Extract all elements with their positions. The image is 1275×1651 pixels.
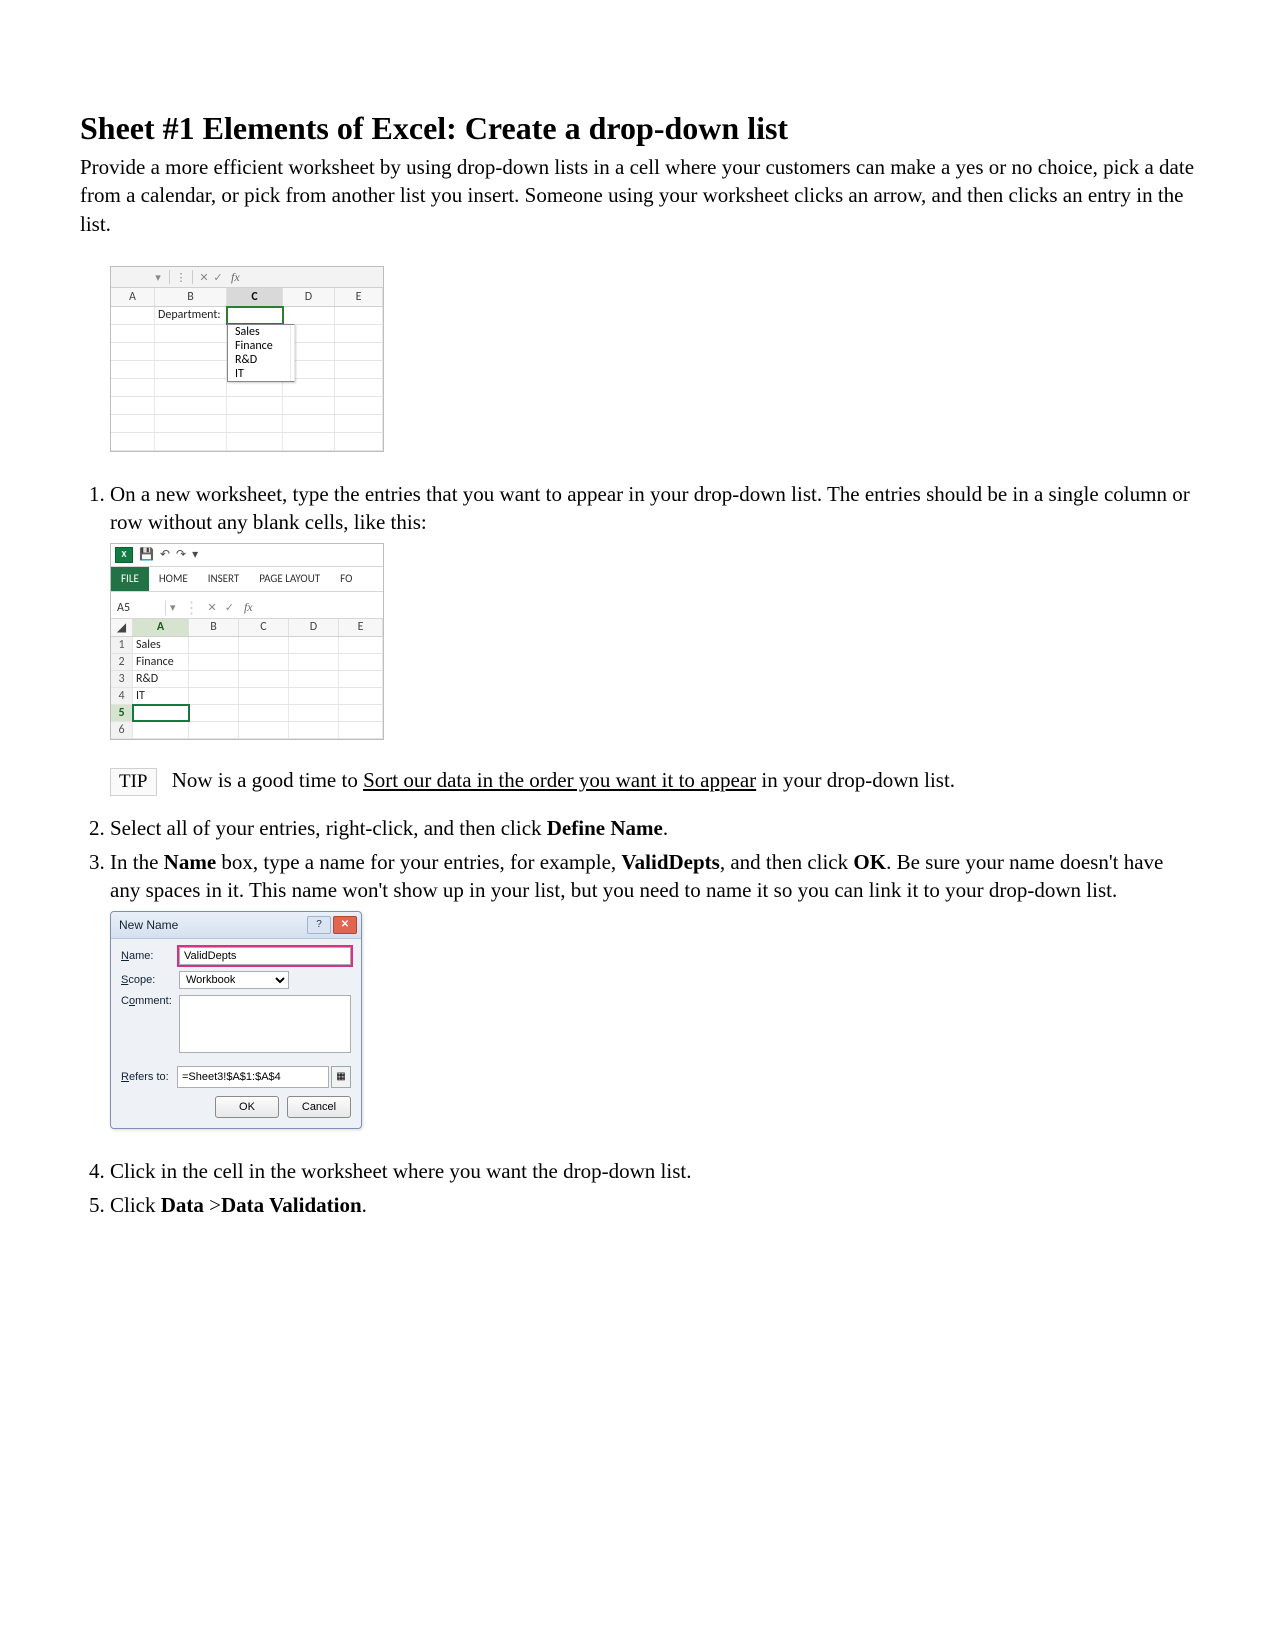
dropdown-option[interactable]: Sales [231,325,291,339]
dialog-titlebar: New Name ? ✕ [111,912,361,939]
tip-line: TIP Now is a good time to Sort our data … [110,768,1195,796]
dropdown-option[interactable]: R&D [231,353,291,367]
step-2: Select all of your entries, right-click,… [110,814,1195,842]
table-row: 6 [111,722,383,739]
table-row [111,415,383,433]
table-row: 4 IT [111,688,383,705]
column-header-row: A B C D E [111,288,383,307]
undo-icon[interactable]: ↶ [160,547,170,562]
table-row: 2 Finance [111,654,383,671]
close-button[interactable]: ✕ [333,916,357,934]
cancel-icon: ✕ [208,601,217,614]
table-row: Department: ▾ Sales Finance R&D IT [111,307,383,325]
collapse-dialog-icon[interactable]: ▦ [331,1066,351,1088]
tab-insert[interactable]: INSERT [198,567,250,591]
page-title: Sheet #1 Elements of Excel: Create a dro… [80,110,1195,147]
col-header-c: C [227,288,283,306]
select-all-corner[interactable]: ◢ [111,619,133,636]
step-3: In the Name box, type a name for your en… [110,848,1195,905]
cell-a6[interactable] [133,722,189,738]
tab-page-layout[interactable]: PAGE LAYOUT [249,567,330,591]
enter-icon: ✓ [225,601,234,614]
table-row: 1 Sales [111,637,383,654]
table-row [111,397,383,415]
step-4: Click in the cell in the worksheet where… [110,1157,1195,1185]
col-header-e: E [335,288,383,306]
excel-logo-icon: X [115,547,133,563]
col-header-c: C [239,619,289,636]
col-header-d: D [289,619,339,636]
ribbon-tabs: FILE HOME INSERT PAGE LAYOUT FO [111,567,383,592]
cell-a1[interactable]: Sales [133,637,189,653]
active-cell-c1[interactable]: ▾ [227,307,283,324]
col-header-a: A [111,288,155,306]
cell-department-label: Department: [155,307,227,324]
cell-a4[interactable]: IT [133,688,189,704]
label-refers-to: Refers to: [121,1071,177,1083]
figure-new-name-dialog: New Name ? ✕ Name: Scope: Workbook [110,911,1195,1129]
save-icon[interactable]: 💾 [139,547,154,562]
col-header-b: B [155,288,227,306]
figure-dropdown-preview: ▾ ⋮ ✕ ✓ fx A B C D E Department: ▾ [110,266,1195,452]
separator-icon: ⋮ [174,271,188,284]
cell-a3[interactable]: R&D [133,671,189,687]
cell-a2[interactable]: Finance [133,654,189,670]
dropdown-icon: ▾ [151,271,165,284]
comment-textarea[interactable] [179,995,351,1053]
table-row [111,433,383,451]
col-header-b: B [189,619,239,636]
quick-access-toolbar: X 💾 ↶ ↷ ▾ [111,544,383,567]
redo-icon[interactable]: ↷ [176,547,186,562]
col-header-d: D [283,288,335,306]
fx-icon: fx [244,600,253,615]
tip-badge: TIP [110,768,157,796]
name-input[interactable] [179,947,351,965]
cancel-button[interactable]: Cancel [287,1096,351,1118]
dropdown-list[interactable]: Sales Finance R&D IT [227,324,295,382]
dropdown-arrow-button[interactable]: ▾ [282,307,283,324]
dropdown-icon: ▾ [170,601,176,614]
scope-select[interactable]: Workbook [179,971,289,989]
label-name: Name: [121,950,179,962]
tab-cut[interactable]: FO [330,567,362,591]
label-comment: Comment: [121,995,179,1007]
dialog-title: New Name [119,918,178,932]
table-row: 3 R&D [111,671,383,688]
step-1: On a new worksheet, type the entries tha… [110,480,1195,537]
tip-link[interactable]: Sort our data in the order you want it t… [363,768,756,792]
tab-file[interactable]: FILE [111,567,149,591]
step-5: Click Data >Data Validation. [110,1191,1195,1219]
cancel-icon: ✕ [197,271,211,284]
fx-icon: fx [231,270,240,285]
formula-bar: A5 ▾ ⋮ ✕ ✓ fx [111,598,383,619]
tab-home[interactable]: HOME [149,567,198,591]
intro-paragraph: Provide a more efficient worksheet by us… [80,153,1195,238]
enter-icon: ✓ [211,271,225,284]
table-row: 5 [111,705,383,722]
formula-bar: ▾ ⋮ ✕ ✓ fx [111,267,383,288]
dropdown-option[interactable]: IT [231,367,291,381]
col-header-a: A [133,619,189,636]
help-button[interactable]: ? [307,916,331,934]
column-header-row: ◢ A B C D E [111,619,383,637]
figure-worksheet-entries: X 💾 ↶ ↷ ▾ FILE HOME INSERT PAGE LAYOUT F… [110,543,1195,740]
refers-to-input[interactable] [177,1066,329,1088]
col-header-e: E [339,619,383,636]
customize-icon[interactable]: ▾ [192,547,198,562]
label-scope: Scope: [121,974,179,986]
ok-button[interactable]: OK [215,1096,279,1118]
name-box[interactable]: A5 [111,601,166,615]
dropdown-option[interactable]: Finance [231,339,291,353]
cell-a5-active[interactable] [133,705,189,721]
